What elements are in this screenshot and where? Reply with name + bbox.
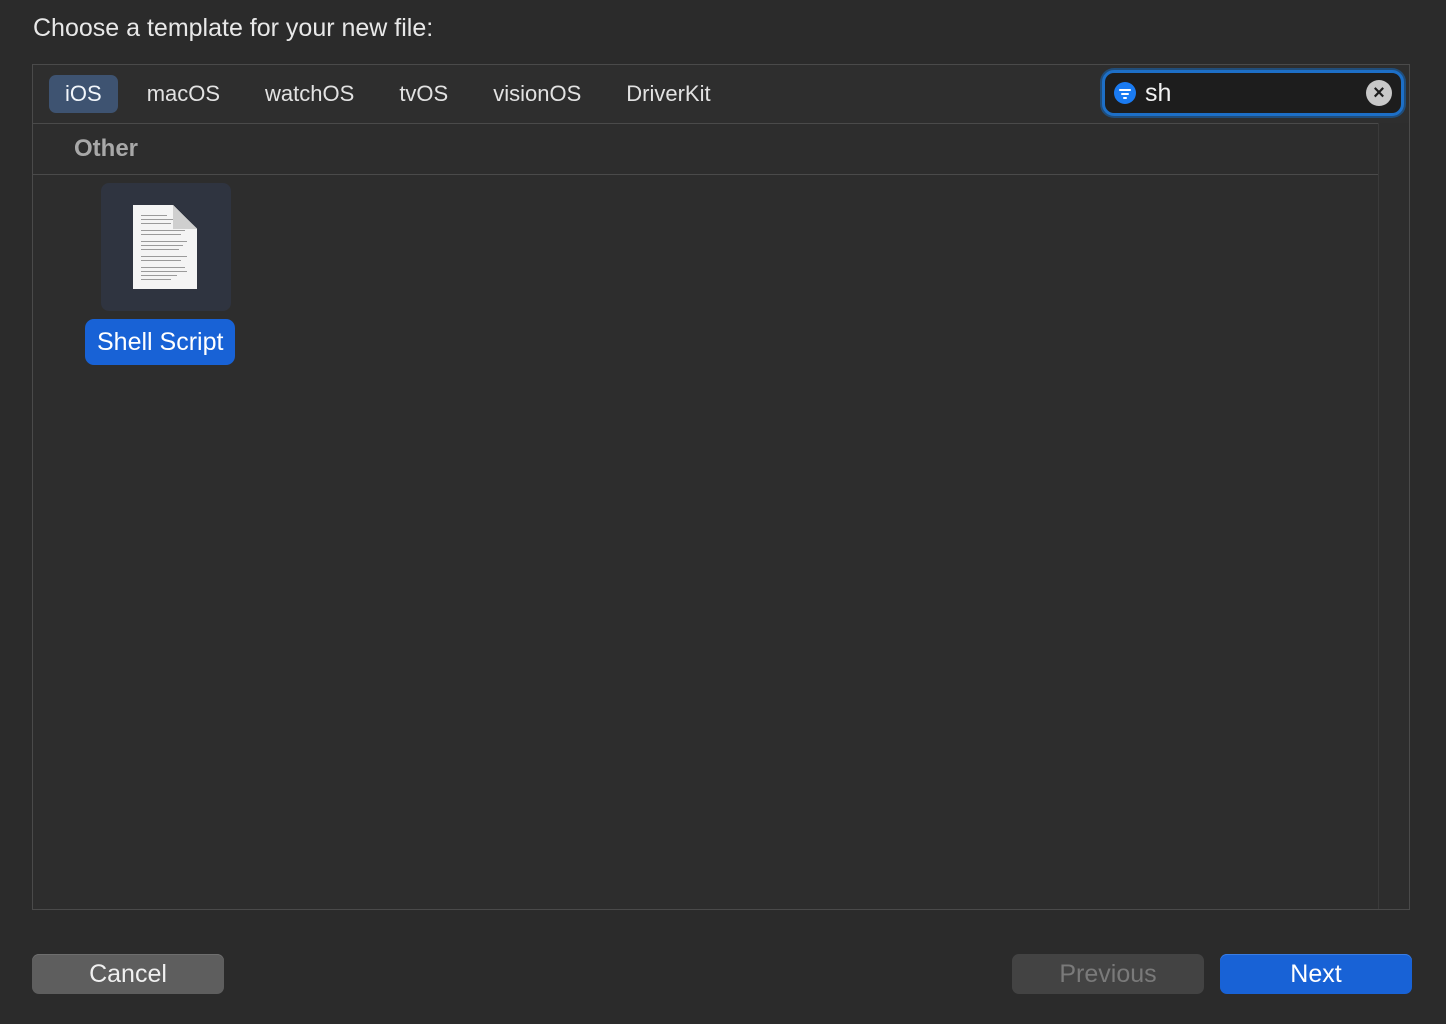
- section-title: Other: [74, 135, 139, 162]
- next-button[interactable]: Next: [1220, 954, 1412, 994]
- platform-tabs: iOS macOS watchOS tvOS visionOS DriverKi…: [49, 75, 740, 113]
- tab-visionos[interactable]: visionOS: [477, 75, 597, 113]
- tab-ios[interactable]: iOS: [49, 75, 118, 113]
- section-header-other: Other: [33, 123, 1379, 175]
- vertical-scrollbar-track[interactable]: [1378, 123, 1409, 909]
- shell-script-document-icon[interactable]: [101, 183, 231, 311]
- search-input[interactable]: [1145, 77, 1355, 109]
- template-chooser-panel: iOS macOS watchOS tvOS visionOS DriverKi…: [32, 64, 1410, 910]
- clear-icon[interactable]: ×: [1366, 80, 1392, 106]
- dialog-prompt: Choose a template for your new file:: [33, 14, 434, 42]
- platform-tab-bar: iOS macOS watchOS tvOS visionOS DriverKi…: [33, 65, 1409, 124]
- tab-tvos[interactable]: tvOS: [383, 75, 464, 113]
- tab-driverkit[interactable]: DriverKit: [610, 75, 726, 113]
- template-label[interactable]: Shell Script: [85, 319, 236, 365]
- template-search-field[interactable]: ×: [1102, 70, 1404, 116]
- template-shell-script[interactable]: Shell Script: [85, 183, 247, 367]
- tab-macos[interactable]: macOS: [131, 75, 236, 113]
- new-file-dialog: Choose a template for your new file: iOS…: [0, 0, 1446, 1024]
- tab-watchos[interactable]: watchOS: [249, 75, 370, 113]
- previous-button[interactable]: Previous: [1012, 954, 1204, 994]
- filter-icon[interactable]: [1114, 82, 1136, 104]
- cancel-button[interactable]: Cancel: [32, 954, 224, 994]
- document-fold: [173, 205, 197, 229]
